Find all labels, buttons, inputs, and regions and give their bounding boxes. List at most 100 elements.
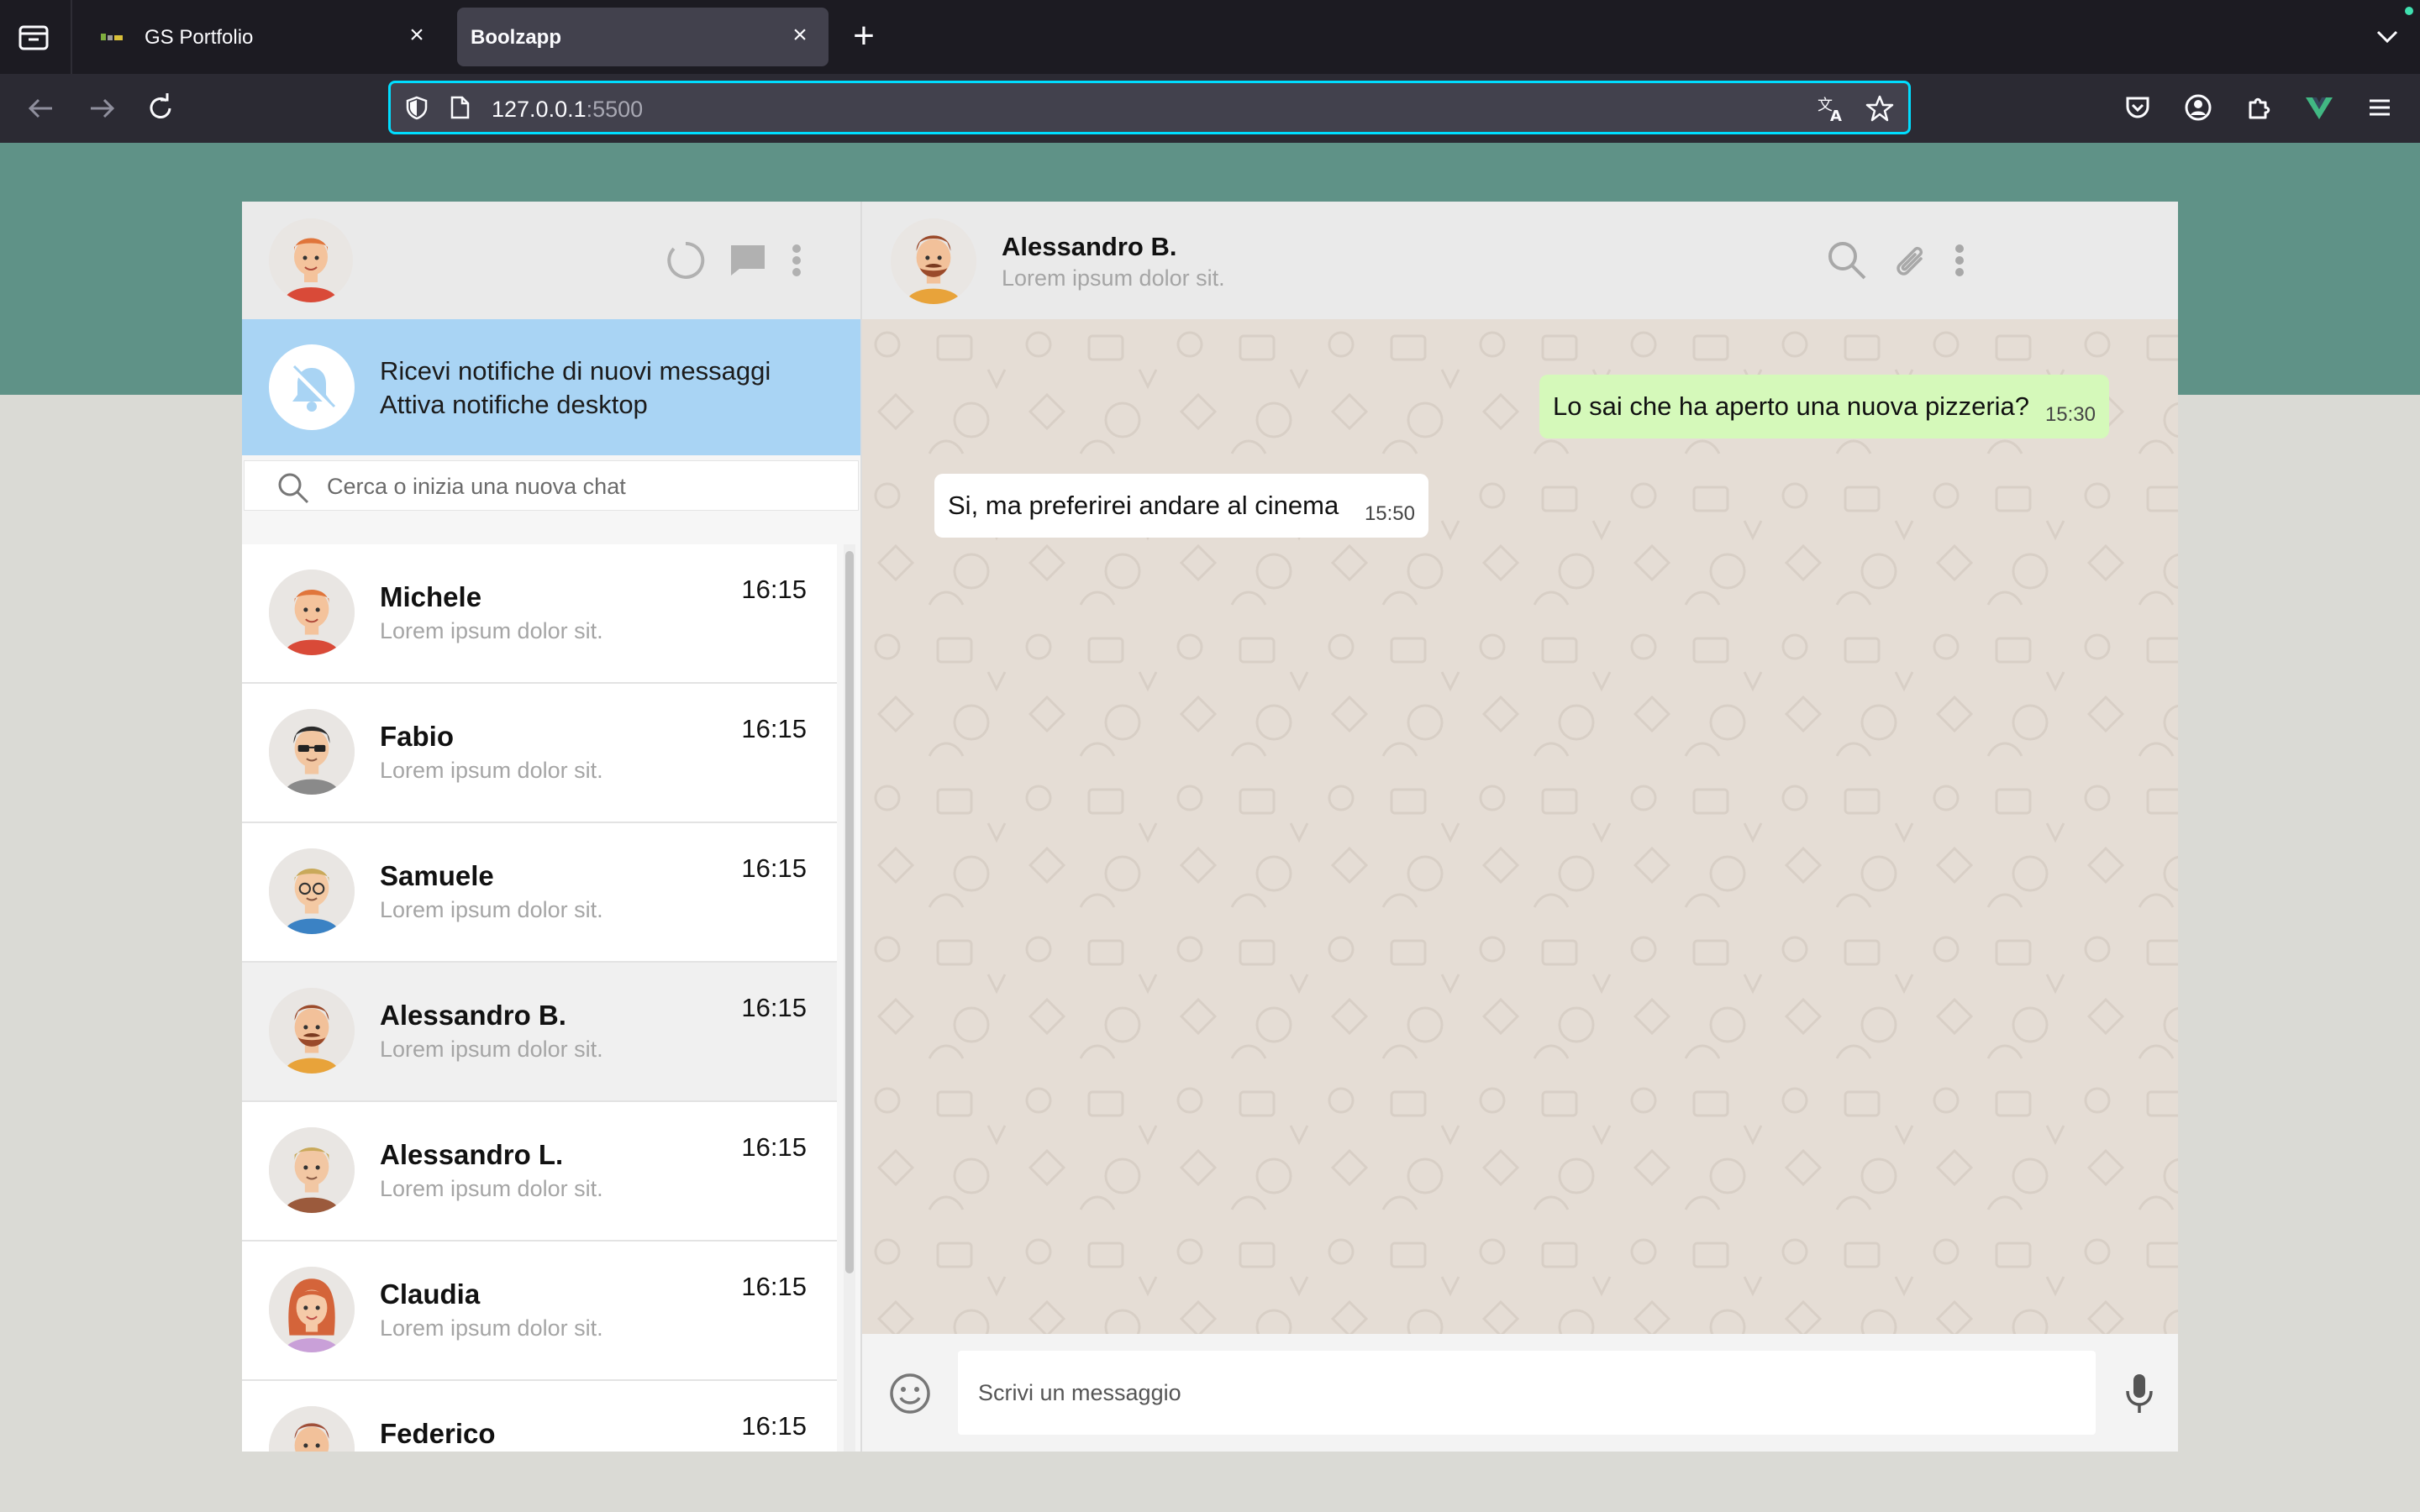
contact-name: Claudia [380, 1278, 481, 1310]
search-icon [278, 473, 309, 504]
list-all-tabs-icon[interactable] [2373, 22, 2402, 50]
search-icon[interactable] [1825, 239, 1869, 282]
tab-title: GS Portfolio [145, 26, 254, 49]
page-info-icon[interactable] [448, 95, 471, 120]
contact-time: 16:15 [741, 853, 807, 883]
tab-gs-portfolio[interactable]: GS Portfolio × [81, 8, 445, 66]
tab-boolzapp[interactable]: Boolzapp × [457, 8, 829, 66]
contact-preview: Lorem ipsum dolor sit. [380, 618, 603, 643]
user-header [242, 202, 860, 319]
close-tab-icon[interactable]: × [788, 23, 812, 48]
contact-time: 16:15 [741, 1272, 807, 1301]
notification-title: Ricevi notifiche di nuovi messaggi [380, 356, 771, 386]
translate-icon[interactable]: 文 A [1816, 93, 1846, 123]
contact-item-active[interactable]: Alessandro B. Lorem ipsum dolor sit. 16:… [242, 963, 837, 1102]
microphone-icon[interactable] [2118, 1371, 2161, 1416]
message-bubble-received[interactable]: Si, ma preferirei andare al cinema 15:50 [934, 474, 1428, 538]
message-time: 15:50 [1364, 502, 1415, 525]
contact-preview: Lorem ipsum dolor sit. [380, 1037, 603, 1062]
contact-time: 16:15 [741, 714, 807, 743]
url-host: 127.0.0.1 [492, 97, 587, 122]
contact-preview: Lorem ipsum dolor sit. [380, 758, 603, 783]
contact-avatar [269, 709, 355, 795]
browser-tab-bar: GS Portfolio × Boolzapp × + [0, 0, 2420, 74]
contact-time: 16:15 [741, 575, 807, 604]
reload-icon[interactable] [143, 91, 178, 126]
search-area [242, 455, 860, 516]
message-composer [862, 1334, 2178, 1452]
contact-preview: Lorem ipsum dolor sit. [380, 897, 603, 922]
message-text: Lo sai che ha aperto una nuova pizzeria? [1553, 391, 2030, 421]
status-dot [2405, 7, 2413, 15]
search-box[interactable] [244, 460, 859, 511]
paperclip-icon[interactable] [1889, 239, 1933, 282]
contact-item[interactable]: Fabio Lorem ipsum dolor sit. 16:15 [242, 684, 837, 823]
contact-avatar [269, 988, 355, 1074]
forward-arrow-icon[interactable] [84, 91, 119, 126]
boolzapp-app: Ricevi notifiche di nuovi messaggi Attiv… [242, 202, 2178, 1452]
url-port: :5500 [586, 97, 644, 122]
enable-notifications-link[interactable]: Attiva notifiche desktop [380, 390, 648, 420]
contact-list-scrollbar[interactable] [844, 544, 855, 1452]
bookmark-star-icon[interactable] [1865, 93, 1895, 123]
address-bar[interactable]: 127.0.0.1:5500 文 A [388, 81, 1911, 134]
message-time: 15:30 [2044, 403, 2096, 426]
pocket-icon[interactable] [2121, 91, 2154, 124]
contact-list: Michele Lorem ipsum dolor sit. 16:15 Fab… [242, 544, 837, 1452]
contact-name: Alessandro B. [380, 1000, 566, 1031]
contact-time: 16:15 [741, 1411, 807, 1441]
message-text: Si, ma preferirei andare al cinema [948, 491, 1339, 520]
conversation-avatar[interactable] [891, 218, 976, 304]
sidebar: Ricevi notifiche di nuovi messaggi Attiv… [242, 202, 862, 1452]
new-tab-button[interactable]: + [849, 18, 879, 55]
extensions-icon[interactable] [2242, 91, 2275, 124]
chat-bubble-icon[interactable] [728, 240, 768, 281]
message-area: Lo sai che ha aperto una nuova pizzeria?… [862, 319, 2178, 1334]
contact-name: Fabio [380, 721, 454, 752]
conversation-contact-name: Alessandro B. [1002, 232, 1177, 261]
contact-item[interactable]: Alessandro L. Lorem ipsum dolor sit. 16:… [242, 1102, 837, 1242]
user-avatar[interactable] [269, 218, 353, 302]
contact-avatar [269, 1267, 355, 1352]
back-arrow-icon[interactable] [24, 91, 59, 126]
account-icon[interactable] [2181, 91, 2215, 124]
shield-icon[interactable] [404, 95, 429, 120]
contact-name: Alessandro L. [380, 1139, 564, 1170]
contact-item[interactable]: Michele Lorem ipsum dolor sit. 16:15 [242, 544, 837, 684]
contact-item[interactable]: Federico 16:15 [242, 1381, 837, 1452]
emoji-icon[interactable] [887, 1371, 933, 1416]
tab-separator [71, 0, 72, 74]
contact-name: Samuele [380, 860, 494, 891]
scrollbar-thumb[interactable] [845, 551, 854, 1273]
contact-item[interactable]: Claudia Lorem ipsum dolor sit. 16:15 [242, 1242, 837, 1381]
message-bubble-sent[interactable]: Lo sai che ha aperto una nuova pizzeria?… [1539, 375, 2109, 438]
contact-avatar [269, 570, 355, 655]
tab-overview-icon[interactable] [15, 22, 52, 52]
url-text: 127.0.0.1:5500 [492, 97, 643, 123]
contact-item[interactable]: Samuele Lorem ipsum dolor sit. 16:15 [242, 823, 837, 963]
status-circle-icon[interactable] [666, 240, 706, 281]
contact-avatar [269, 1406, 355, 1452]
notification-icon-circle [269, 344, 355, 430]
search-input[interactable] [327, 466, 831, 507]
contact-avatar [269, 848, 355, 934]
contact-avatar [269, 1127, 355, 1213]
browser-nav-bar: 127.0.0.1:5500 文 A [0, 74, 2420, 143]
contact-name: Michele [380, 581, 482, 612]
notification-banner[interactable]: Ricevi notifiche di nuovi messaggi Attiv… [242, 319, 860, 455]
more-vertical-icon[interactable] [1951, 239, 1968, 282]
contact-name: Federico [380, 1418, 496, 1449]
tab-title: Boolzapp [471, 26, 561, 49]
message-input[interactable] [958, 1351, 2096, 1435]
conversation-panel: Alessandro B. Lorem ipsum dolor sit. Lo … [862, 202, 2178, 1452]
close-tab-icon[interactable]: × [405, 23, 429, 48]
contact-preview: Lorem ipsum dolor sit. [380, 1315, 603, 1341]
contact-time: 16:15 [741, 1132, 807, 1162]
more-vertical-icon[interactable] [788, 240, 805, 281]
vue-devtools-icon[interactable] [2302, 91, 2336, 124]
app-menu-icon[interactable] [2363, 91, 2396, 124]
contact-time: 16:15 [741, 993, 807, 1022]
contact-preview: Lorem ipsum dolor sit. [380, 1176, 603, 1201]
portfolio-favicon-icon [101, 34, 123, 40]
bell-off-icon [290, 365, 336, 412]
